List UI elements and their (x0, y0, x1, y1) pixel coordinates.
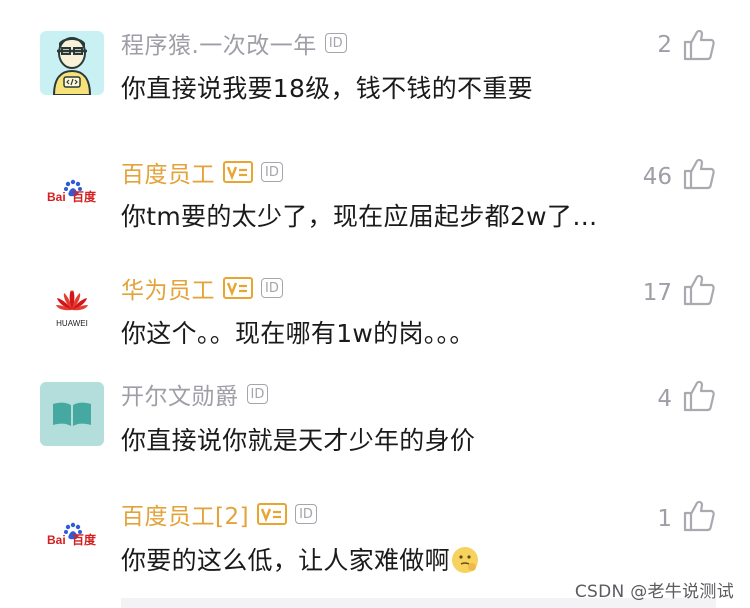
like-control[interactable]: 2 (657, 28, 716, 62)
id-badge: ID (324, 33, 347, 53)
user-avatar[interactable]: Bai 百度 (40, 160, 104, 224)
svg-text:百度: 百度 (72, 532, 97, 547)
svg-text:HUAWEI: HUAWEI (56, 319, 88, 328)
comment-author[interactable]: 百度员工[2] (121, 497, 249, 531)
baidu-logo-icon: Bai 百度 (47, 522, 97, 547)
thumbs-up-icon[interactable] (682, 273, 716, 307)
like-count: 17 (642, 280, 672, 306)
book-icon (53, 402, 91, 426)
comment-header: 华为员工 ID (121, 271, 283, 305)
comment-header: 程序猿.一次改一年 ID (121, 26, 347, 60)
user-avatar[interactable]: Bai 百度 (40, 503, 104, 567)
user-avatar[interactable]: HUAWEI (40, 276, 104, 340)
comment-text: 你tm要的太少了，现在应届起步都2w了… (121, 202, 598, 231)
comment-text: 你直接说你就是天才少年的身价 (121, 426, 476, 455)
coder-avatar-icon (52, 37, 92, 95)
like-count: 4 (657, 386, 672, 412)
like-control[interactable]: 1 (657, 499, 716, 533)
verified-badge-icon (223, 277, 253, 299)
comment-text: 你要的这么低，让人家难做啊 (121, 546, 450, 575)
like-count: 46 (642, 164, 672, 190)
huawei-logo-icon: HUAWEI (56, 290, 88, 328)
verified-badge-icon (223, 161, 253, 183)
svg-text:Bai: Bai (47, 190, 66, 204)
id-badge: ID (261, 162, 283, 182)
like-count: 2 (657, 32, 672, 58)
thumbs-up-icon[interactable] (682, 499, 716, 533)
comment-header: 百度员工[2] ID (121, 497, 317, 531)
comment-author[interactable]: 百度员工 (121, 155, 215, 189)
thinking-emoji-icon (451, 547, 478, 573)
baidu-logo-icon: Bai 百度 (47, 179, 97, 204)
verified-badge-icon (257, 503, 288, 525)
user-avatar[interactable] (40, 31, 104, 95)
watermark: CSDN @老牛说测试 (574, 582, 734, 602)
comment-text-row: 你要的这么低，让人家难做啊 (121, 541, 478, 577)
like-control[interactable]: 46 (643, 157, 716, 191)
id-badge: ID (295, 504, 317, 524)
id-badge: ID (246, 384, 269, 404)
comment-text: 你直接说我要18级，钱不钱的不重要 (121, 74, 533, 103)
thumbs-up-icon[interactable] (682, 28, 716, 62)
comment-author[interactable]: 开尔文勋爵 (121, 377, 239, 411)
like-control[interactable]: 17 (643, 273, 716, 307)
comment-author[interactable]: 华为员工 (121, 271, 215, 305)
comment-text: 你这个。。现在哪有1w的岗。。。 (121, 319, 475, 348)
comment-header: 百度员工 ID (121, 155, 283, 189)
id-badge: ID (261, 278, 283, 298)
user-avatar[interactable] (40, 382, 104, 446)
thumbs-up-icon[interactable] (682, 379, 716, 413)
svg-text:Bai: Bai (47, 533, 66, 547)
comment-author[interactable]: 程序猿.一次改一年 (121, 26, 317, 60)
like-control[interactable]: 4 (657, 379, 716, 413)
like-count: 1 (657, 506, 672, 532)
comment-header: 开尔文勋爵 ID (121, 377, 269, 411)
thumbs-up-icon[interactable] (682, 157, 716, 191)
svg-text:百度: 百度 (72, 189, 97, 204)
